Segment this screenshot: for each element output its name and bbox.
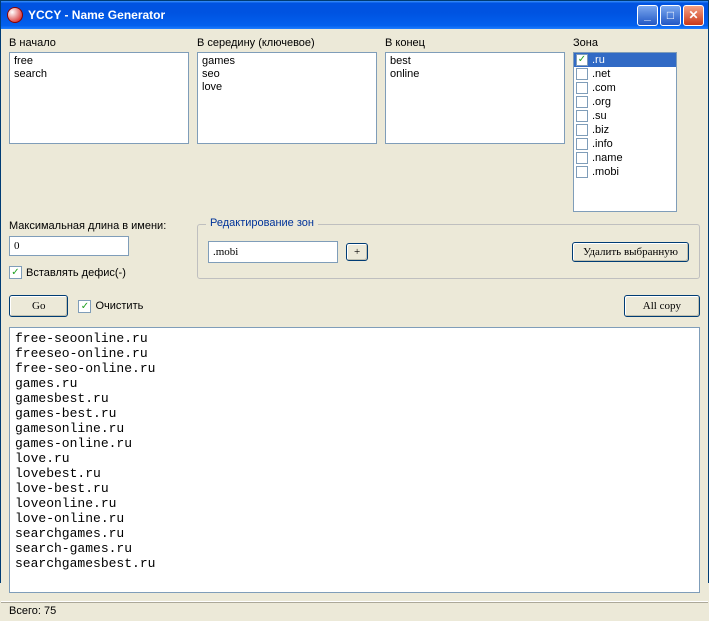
zone-item[interactable]: .su [574, 109, 676, 123]
delete-zone-button[interactable]: Удалить выбранную [572, 242, 689, 262]
minimize-button[interactable]: _ [637, 5, 658, 26]
zone-checkbox[interactable] [576, 166, 588, 178]
zone-item[interactable]: .mobi [574, 165, 676, 179]
zone-checkbox[interactable] [576, 96, 588, 108]
middle-list[interactable]: games seo love [197, 52, 377, 144]
zone-item[interactable]: .name [574, 151, 676, 165]
zone-item-label: .name [592, 151, 623, 165]
begin-list[interactable]: free search [9, 52, 189, 144]
edit-zones-legend: Редактирование зон [206, 217, 318, 229]
clear-label: Очистить [95, 300, 143, 312]
zone-item[interactable]: .info [574, 137, 676, 151]
zone-checkbox[interactable]: ✓ [576, 54, 588, 66]
zone-item[interactable]: .biz [574, 123, 676, 137]
zone-item-label: .su [592, 109, 607, 123]
hyphen-checkbox[interactable]: ✓ [9, 266, 22, 279]
zone-edit-input[interactable] [208, 241, 338, 263]
output-textarea[interactable]: free-seoonline.ru freeseo-online.ru free… [9, 327, 700, 593]
zone-checkbox[interactable] [576, 124, 588, 136]
zone-item[interactable]: .com [574, 81, 676, 95]
add-zone-button[interactable]: + [346, 243, 368, 261]
edit-zones-group: Редактирование зон + Удалить выбранную [197, 224, 700, 279]
middle-label: В середину (ключевое) [197, 37, 377, 49]
end-label: В конец [385, 37, 565, 49]
go-button[interactable]: Go [9, 295, 68, 317]
clear-checkbox[interactable]: ✓ [78, 300, 91, 313]
zone-item-label: .biz [592, 123, 609, 137]
zone-item-label: .info [592, 137, 613, 151]
zone-item-label: .org [592, 95, 611, 109]
zone-checkbox[interactable] [576, 110, 588, 122]
zone-checkbox[interactable] [576, 138, 588, 150]
zone-item-label: .mobi [592, 165, 619, 179]
zone-checkbox[interactable] [576, 152, 588, 164]
maxlen-label: Максимальная длина в имени: [9, 220, 189, 232]
zone-list[interactable]: ✓ .ru.net.com.org.su.biz.info.name.mobi [573, 52, 677, 212]
app-icon [7, 7, 23, 23]
begin-label: В начало [9, 37, 189, 49]
end-list[interactable]: best online [385, 52, 565, 144]
zone-item-label: .net [592, 67, 610, 81]
hyphen-label: Вставлять дефис(-) [26, 267, 126, 279]
titlebar: YCCY - Name Generator _ □ ✕ [1, 1, 708, 29]
zone-item[interactable]: .org [574, 95, 676, 109]
status-text: Всего: 75 [9, 605, 56, 617]
zone-checkbox[interactable] [576, 68, 588, 80]
maxlen-input[interactable] [9, 236, 129, 256]
zone-item[interactable]: ✓ .ru [574, 53, 676, 67]
maximize-button[interactable]: □ [660, 5, 681, 26]
all-copy-button[interactable]: All copy [624, 295, 700, 317]
zone-item[interactable]: .net [574, 67, 676, 81]
window-title: YCCY - Name Generator [28, 8, 637, 22]
zone-item-label: .com [592, 81, 616, 95]
zone-item-label: .ru [592, 53, 605, 67]
close-button[interactable]: ✕ [683, 5, 704, 26]
zone-checkbox[interactable] [576, 82, 588, 94]
zone-label: Зона [573, 37, 677, 49]
status-bar: Всего: 75 [1, 601, 708, 621]
